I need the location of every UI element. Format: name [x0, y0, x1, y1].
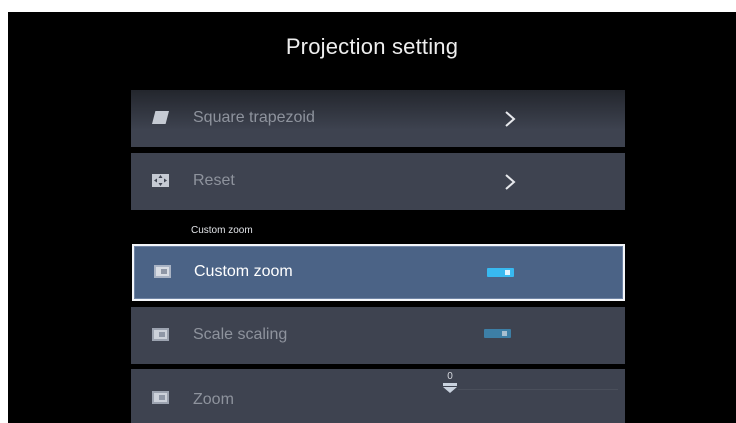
toggle-knob — [505, 270, 510, 275]
menu-item-zoom[interactable]: Zoom 0 — [131, 369, 625, 423]
frame-icon — [152, 391, 169, 404]
menu-item-label: Zoom — [193, 391, 234, 408]
projection-settings-screen: Projection setting Square trapezoid Rese… — [8, 12, 736, 423]
toggle-knob — [502, 331, 507, 336]
menu-item-label: Scale scaling — [193, 326, 288, 343]
reset-icon — [152, 174, 169, 187]
menu-item-square-trapezoid[interactable]: Square trapezoid — [131, 90, 625, 147]
scale-scaling-toggle[interactable] — [484, 329, 511, 338]
custom-zoom-toggle[interactable] — [487, 268, 514, 277]
frame-icon — [154, 265, 171, 278]
menu-item-reset[interactable]: Reset — [131, 153, 625, 210]
chevron-right-icon — [505, 111, 516, 127]
menu-item-label: Custom zoom — [194, 263, 293, 280]
menu-item-custom-zoom[interactable]: Custom zoom — [132, 244, 625, 301]
slider-marker-icon[interactable] — [442, 383, 458, 393]
section-label: Custom zoom — [191, 225, 253, 236]
menu-item-label: Reset — [193, 172, 235, 189]
zoom-value: 0 — [447, 371, 453, 382]
trapezoid-icon — [152, 111, 169, 124]
chevron-right-icon — [505, 174, 516, 190]
menu-item-scale-scaling[interactable]: Scale scaling — [131, 307, 625, 364]
frame-icon — [152, 328, 169, 341]
menu-item-label: Square trapezoid — [193, 109, 315, 126]
zoom-slider-track[interactable] — [458, 389, 618, 390]
page-title: Projection setting — [285, 34, 459, 59]
